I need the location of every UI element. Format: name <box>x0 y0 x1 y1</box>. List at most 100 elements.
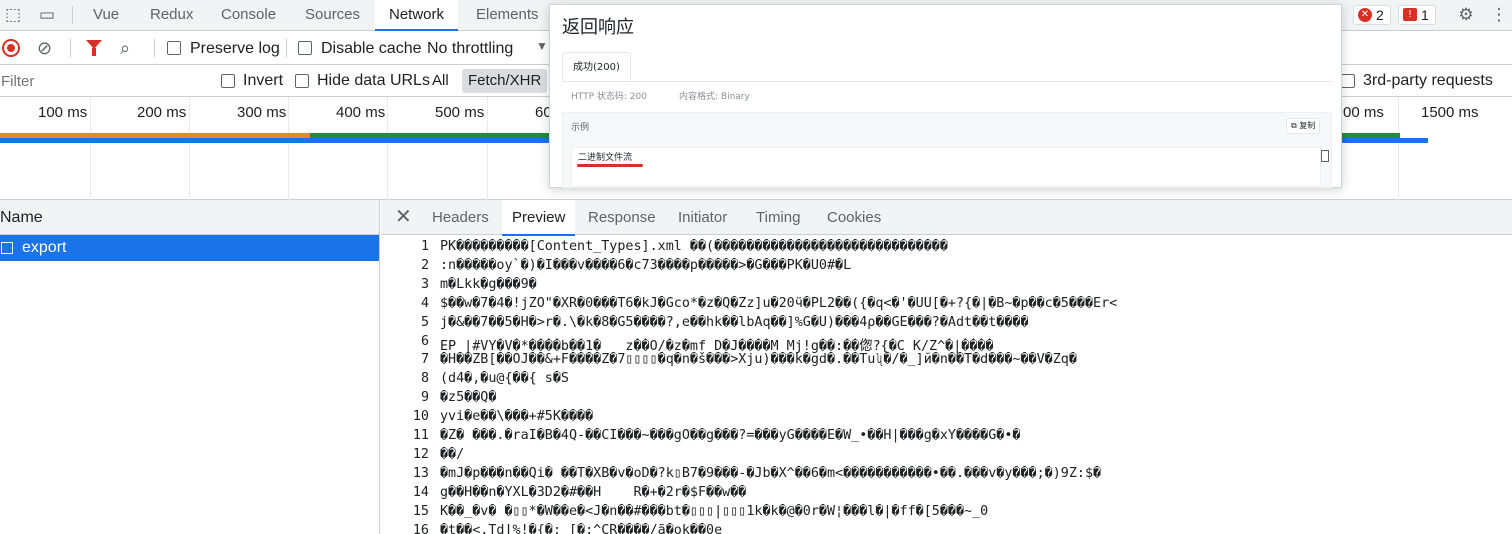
tab-response[interactable]: Response <box>578 200 666 235</box>
code-line: $��w�7�4�!jZO"�XR�0���T6�kJ�Gco*�z�Q�Zz]… <box>440 295 1118 311</box>
code-line: yvi�e��\���+#5K���� <box>440 409 594 425</box>
copy-label: 复制 <box>1299 121 1316 130</box>
line-number: 16 <box>412 522 429 534</box>
requests-panel: Name export <box>0 200 380 534</box>
filter-input[interactable] <box>0 69 205 93</box>
close-icon[interactable]: ✕ <box>395 206 412 228</box>
tab-preview[interactable]: Preview <box>502 200 576 236</box>
warnings-badge[interactable]: ! 1 <box>1398 5 1436 25</box>
grid-line <box>387 97 388 200</box>
scrollbar-thumb[interactable] <box>1321 150 1329 162</box>
tick-label: 100 ms <box>38 104 88 121</box>
preserve-log-label: Preserve log <box>190 40 280 57</box>
request-name: export <box>22 239 67 256</box>
grid-line <box>90 97 91 200</box>
hide-data-urls-label: Hide data URLs <box>317 72 430 89</box>
line-number: 4 <box>420 295 429 311</box>
name-column-header[interactable]: Name <box>0 200 379 235</box>
more-options-icon[interactable]: ⋮ <box>1488 5 1510 25</box>
line-number: 14 <box>412 484 429 500</box>
grid-line <box>487 97 488 200</box>
tab-success-200[interactable]: 成功(200) <box>562 52 631 82</box>
grid-line <box>189 97 190 200</box>
line-number: 3 <box>420 276 429 292</box>
tick-label: 400 ms <box>336 104 386 121</box>
code-line: �z5��Q� <box>440 390 497 406</box>
errors-badge[interactable]: ✕ 2 <box>1353 5 1391 25</box>
code-line: �mJ�p���n��Qi� ��T�XB�v�oD�?k▯B7�9���-�J… <box>440 465 1102 481</box>
line-number: 8 <box>420 371 429 387</box>
tick-label: 500 ms <box>435 104 485 121</box>
line-number: 10 <box>412 409 429 425</box>
copy-button[interactable]: ⧉ 复制 <box>1286 118 1321 134</box>
settings-gear-icon[interactable]: ⚙ <box>1455 5 1477 25</box>
filter-fetch-xhr[interactable]: Fetch/XHR <box>462 69 548 93</box>
grid-line <box>1398 97 1399 200</box>
device-toolbar-icon[interactable]: ▭ <box>36 5 58 25</box>
code-line: :n�����oy`�)�I���v����6�c73����p�����>�G… <box>440 257 852 273</box>
tab-headers[interactable]: Headers <box>422 200 499 235</box>
third-party-label: 3rd-party requests <box>1363 72 1493 89</box>
tick-label: 1500 ms <box>1421 104 1479 121</box>
filter-funnel-icon[interactable] <box>86 40 102 56</box>
code-line: �Z� ���.�raI�B�4Q-��CI���~���gO��g���?=�… <box>440 428 1021 443</box>
code-line: g��H��n�YXL�3D2�#��H R�+�2r�$F��w�� <box>440 484 747 500</box>
inspect-element-icon[interactable]: ⬚ <box>2 5 24 25</box>
code-line: ��/ <box>440 446 465 462</box>
tick-label: 200 ms <box>137 104 187 121</box>
tab-redux[interactable]: Redux <box>136 0 207 30</box>
hide-data-urls-checkbox[interactable] <box>295 74 309 88</box>
response-popup: 返回响应 成功(200) HTTP 状态码: 200 内容格式: Binary … <box>549 4 1342 188</box>
tab-elements[interactable]: Elements <box>462 0 553 30</box>
tab-vue[interactable]: Vue <box>79 0 133 30</box>
third-party-checkbox[interactable] <box>1341 74 1355 88</box>
chevron-down-icon[interactable]: ▼ <box>536 39 548 53</box>
line-number: 13 <box>412 465 429 481</box>
tab-console[interactable]: Console <box>207 0 290 30</box>
code-line: PK���������[Content_Types].xml ��(������… <box>440 239 948 254</box>
line-number: 5 <box>420 314 429 330</box>
divider <box>562 81 1332 82</box>
issue-flag-icon: ! <box>1403 8 1417 21</box>
example-label: 示例 <box>571 123 590 133</box>
filter-all[interactable]: All <box>426 69 455 93</box>
tick-label: 300 ms <box>237 104 287 121</box>
clear-icon[interactable]: ⊘ <box>37 37 52 59</box>
preserve-log-checkbox[interactable] <box>167 41 181 55</box>
divider <box>286 39 287 57</box>
throttling-select[interactable]: No throttling <box>427 40 513 58</box>
example-code-box <box>571 147 1321 187</box>
red-underline-annotation <box>577 164 643 167</box>
line-number: 2 <box>420 257 429 273</box>
tab-sources[interactable]: Sources <box>291 0 374 30</box>
tick-label: 00 ms <box>1343 104 1384 121</box>
divider <box>72 6 73 24</box>
invert-checkbox[interactable] <box>221 74 235 88</box>
grid-line <box>288 97 289 200</box>
line-number: 9 <box>420 390 429 406</box>
code-line: m�Lkk�g���9� <box>440 276 537 292</box>
tab-timing[interactable]: Timing <box>746 200 810 235</box>
code-line: K��_�v� �▯▯*�W��e�<J�n��#���bt�▯▯▯|▯▯▯1k… <box>440 503 989 519</box>
request-detail-panel: ✕ Headers Preview Response Initiator Tim… <box>381 200 1512 534</box>
line-number: 11 <box>412 428 429 443</box>
invert-label: Invert <box>243 72 284 89</box>
tab-initiator[interactable]: Initiator <box>668 200 737 235</box>
tab-cookies[interactable]: Cookies <box>817 200 891 235</box>
example-body-text: 二进制文件流 <box>578 153 633 163</box>
line-number: 7 <box>420 352 429 368</box>
search-icon[interactable]: ⌕ <box>120 37 130 59</box>
file-icon <box>1 242 13 254</box>
line-number: 12 <box>412 446 429 462</box>
line-number: 6 <box>420 333 429 349</box>
code-line: j�&��7��5�H�>r�.\�k�8�G5����?,e��hk��lbA… <box>440 314 1029 330</box>
line-number: 1 <box>420 239 429 254</box>
content-format: 内容格式: Binary <box>679 92 750 102</box>
error-icon: ✕ <box>1358 8 1372 22</box>
preview-code-view[interactable]: 1 PK���������[Content_Types].xml ��(�����… <box>381 236 1512 534</box>
tab-network[interactable]: Network <box>375 0 459 31</box>
disable-cache-checkbox[interactable] <box>298 41 312 55</box>
divider <box>154 39 155 57</box>
request-row[interactable]: export <box>0 235 379 261</box>
record-stop-icon[interactable] <box>2 39 20 57</box>
